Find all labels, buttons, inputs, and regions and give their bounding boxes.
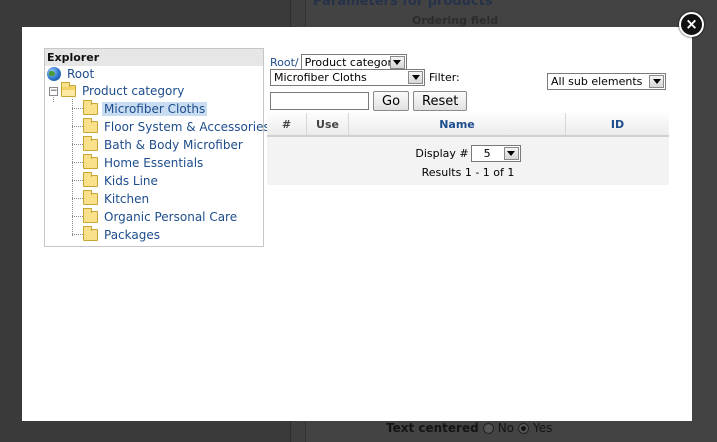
background-heading: Parameters for products — [313, 0, 493, 9]
grid-footer: Display # 5 Results 1 - 1 of 1 — [267, 145, 669, 179]
tree-item-label: Kitchen — [104, 191, 150, 206]
tree-line — [72, 108, 83, 109]
search-row: Go Reset — [270, 91, 468, 111]
tree-item-label: Bath & Body Microfiber — [104, 137, 243, 152]
tree-item-kids-line[interactable]: Kids Line — [83, 171, 160, 189]
tree-line — [72, 144, 83, 145]
element-picker-modal: Explorer Root − Product category Microfi… — [22, 27, 692, 421]
filter-label: Filter: — [429, 71, 460, 84]
explorer-tree: Explorer Root − Product category Microfi… — [44, 48, 270, 247]
folder-icon — [83, 189, 98, 205]
column-header-name[interactable]: Name — [349, 113, 566, 135]
tree-item-root[interactable]: Root — [47, 65, 96, 82]
text-centered-label: Text centered — [386, 421, 479, 435]
chevron-down-icon — [503, 147, 519, 160]
close-icon[interactable]: × — [679, 12, 704, 37]
chevron-down-icon — [649, 75, 664, 88]
tree-line — [72, 180, 83, 181]
filter-row: Microfiber Cloths Filter: — [270, 69, 460, 86]
globe-icon — [47, 66, 61, 81]
reset-button[interactable]: Reset — [413, 91, 468, 111]
tree-item-product-category[interactable]: Product category — [61, 81, 186, 99]
radio-no-label: No — [497, 421, 515, 435]
folder-open-icon — [61, 81, 76, 97]
folder-icon — [83, 117, 98, 133]
tree-item-label: Root — [67, 66, 95, 81]
go-button[interactable]: Go — [373, 91, 410, 111]
subcategory-select[interactable]: Microfiber Cloths — [270, 69, 425, 86]
tree-item-microfiber-cloths[interactable]: Microfiber Cloths — [83, 99, 208, 117]
column-header-number: # — [267, 113, 307, 135]
explorer-title: Explorer — [45, 49, 263, 66]
tree-item-label: Product category — [82, 83, 185, 98]
folder-icon — [83, 153, 98, 169]
tree-line — [72, 126, 83, 127]
display-count-value: 5 — [483, 147, 491, 160]
tree-item-kitchen[interactable]: Kitchen — [83, 189, 151, 207]
column-header-use: Use — [307, 113, 349, 135]
results-count: Results 1 - 1 of 1 — [421, 166, 515, 179]
category-select-value: Product category — [304, 56, 399, 69]
tree-line — [72, 234, 83, 235]
folder-icon — [83, 207, 98, 223]
scope-select-value: All sub elements — [551, 75, 643, 88]
radio-yes-label: Yes — [533, 421, 553, 435]
subcategory-select-value: Microfiber Cloths — [274, 71, 367, 84]
tree-item-organic-care[interactable]: Organic Personal Care — [83, 207, 239, 225]
folder-icon — [83, 171, 98, 187]
display-label: Display # — [415, 147, 469, 160]
chevron-down-icon — [408, 71, 423, 84]
chevron-down-icon — [389, 56, 405, 69]
tree-item-label: Organic Personal Care — [104, 209, 238, 224]
breadcrumb-root-link[interactable]: Root/ — [270, 56, 299, 69]
folder-icon — [83, 225, 98, 241]
tree-line — [72, 198, 83, 199]
tree-item-label: Kids Line — [104, 173, 158, 188]
tree-item-label: Packages — [104, 227, 160, 242]
radio-yes[interactable] — [518, 422, 530, 434]
tree-item-floor-system[interactable]: Floor System & Accessories — [83, 117, 272, 135]
scope-select[interactable]: All sub elements — [547, 73, 666, 90]
tree-item-packages[interactable]: Packages — [83, 225, 162, 243]
display-count-select[interactable]: 5 — [470, 145, 521, 162]
display-count-row: Display # 5 — [267, 145, 669, 162]
folder-icon — [83, 135, 98, 151]
tree-item-bath-body[interactable]: Bath & Body Microfiber — [83, 135, 245, 153]
results-grid: # Use Name ID Display # 5 Results 1 - 1 … — [267, 113, 669, 185]
tree-item-home-essentials[interactable]: Home Essentials — [83, 153, 205, 171]
text-centered-option: Text centered No Yes — [386, 421, 552, 435]
tree-line — [72, 216, 83, 217]
background-subheading: Ordering field — [412, 14, 499, 27]
collapse-icon[interactable]: − — [49, 87, 58, 96]
tree-line — [72, 162, 83, 163]
grid-header: # Use Name ID — [267, 113, 669, 137]
column-header-id[interactable]: ID — [566, 113, 669, 135]
tree-item-label: Microfiber Cloths — [102, 101, 208, 116]
folder-icon — [83, 99, 98, 115]
search-input[interactable] — [270, 92, 369, 110]
tree-item-label: Floor System & Accessories — [104, 119, 270, 134]
radio-no[interactable] — [482, 422, 494, 434]
tree-item-label: Home Essentials — [104, 155, 204, 170]
